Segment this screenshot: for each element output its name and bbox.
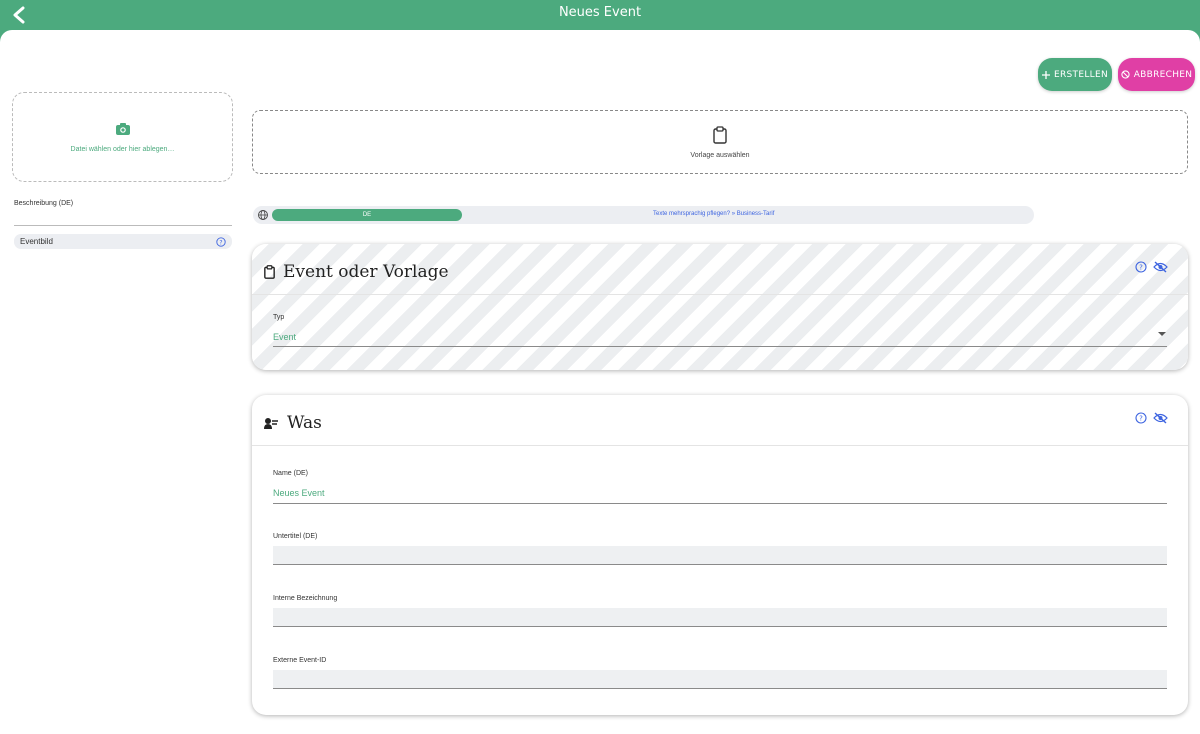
card-title-text: Event oder Vorlage xyxy=(283,262,449,282)
type-select[interactable]: Event xyxy=(273,332,296,342)
eventbild-row[interactable]: Eventbild ? xyxy=(14,234,232,249)
name-label: Name (DE) xyxy=(273,470,309,477)
clipboard-icon xyxy=(264,265,275,279)
description-label: Beschreibung (DE) xyxy=(14,200,74,207)
camera-icon xyxy=(115,122,130,135)
help-icon[interactable]: ? xyxy=(1135,261,1147,273)
eventbild-label: Eventbild xyxy=(20,237,53,246)
card-icons: ? xyxy=(1135,412,1168,424)
visibility-off-icon[interactable] xyxy=(1153,261,1168,273)
card-icons: ? xyxy=(1135,261,1168,273)
card-title: Was xyxy=(264,413,322,433)
card-title: Event oder Vorlage xyxy=(264,262,449,282)
svg-text:?: ? xyxy=(1139,264,1143,272)
svg-text:?: ? xyxy=(219,239,222,246)
help-icon[interactable]: ? xyxy=(216,236,226,247)
subtitle-label: Untertitel (DE) xyxy=(273,533,318,540)
language-tab-de[interactable]: DE xyxy=(272,209,462,221)
multilingual-info-link[interactable]: Texte mehrsprachig pflegen? » Business-T… xyxy=(653,211,774,217)
internal-name-label: Interne Bezeichnung xyxy=(273,595,338,602)
presenter-icon xyxy=(264,417,278,429)
event-type-card: Event oder Vorlage ? Typ Event xyxy=(252,244,1188,370)
template-select[interactable]: Vorlage auswählen xyxy=(252,110,1188,174)
clipboard-icon xyxy=(713,125,727,144)
plus-icon xyxy=(1042,70,1050,79)
name-underline xyxy=(273,503,1167,504)
external-id-input[interactable] xyxy=(273,670,1167,689)
what-card: Was ? Name (DE) Neues Event Untertitel (… xyxy=(252,395,1188,715)
create-button[interactable]: ERSTELLEN xyxy=(1038,58,1112,91)
name-input[interactable]: Neues Event xyxy=(273,488,325,498)
visibility-off-icon[interactable] xyxy=(1153,412,1168,424)
top-bar: Neues Event xyxy=(0,0,1200,30)
create-button-label: ERSTELLEN xyxy=(1054,69,1108,80)
image-dropzone[interactable]: Datei wählen oder hier ablegen… xyxy=(12,92,233,182)
page-title: Neues Event xyxy=(558,5,642,20)
subtitle-input[interactable] xyxy=(273,546,1167,565)
cancel-button-label: ABBRECHEN xyxy=(1133,69,1193,80)
dropzone-text: Datei wählen oder hier ablegen… xyxy=(70,145,175,153)
main-sheet: ERSTELLEN ABBRECHEN Datei wählen oder hi… xyxy=(0,30,1200,734)
svg-text:?: ? xyxy=(1139,415,1143,423)
block-icon xyxy=(1121,70,1130,79)
cancel-button[interactable]: ABBRECHEN xyxy=(1118,58,1195,91)
language-bar: DE Texte mehrsprachig pflegen? » Busines… xyxy=(253,206,1034,224)
help-icon[interactable]: ? xyxy=(1135,412,1147,424)
internal-name-input[interactable] xyxy=(273,608,1167,627)
type-underline xyxy=(273,346,1167,347)
card-header: Event oder Vorlage ? xyxy=(252,244,1188,295)
dropdown-arrow-icon[interactable] xyxy=(1158,332,1166,336)
card-header: Was ? xyxy=(252,395,1188,446)
external-id-label: Externe Event-ID xyxy=(273,657,327,664)
template-label: Vorlage auswählen xyxy=(690,151,750,159)
type-label: Typ xyxy=(273,314,285,321)
globe-icon xyxy=(258,210,268,220)
description-input[interactable] xyxy=(14,225,232,226)
card-title-text: Was xyxy=(287,413,322,433)
